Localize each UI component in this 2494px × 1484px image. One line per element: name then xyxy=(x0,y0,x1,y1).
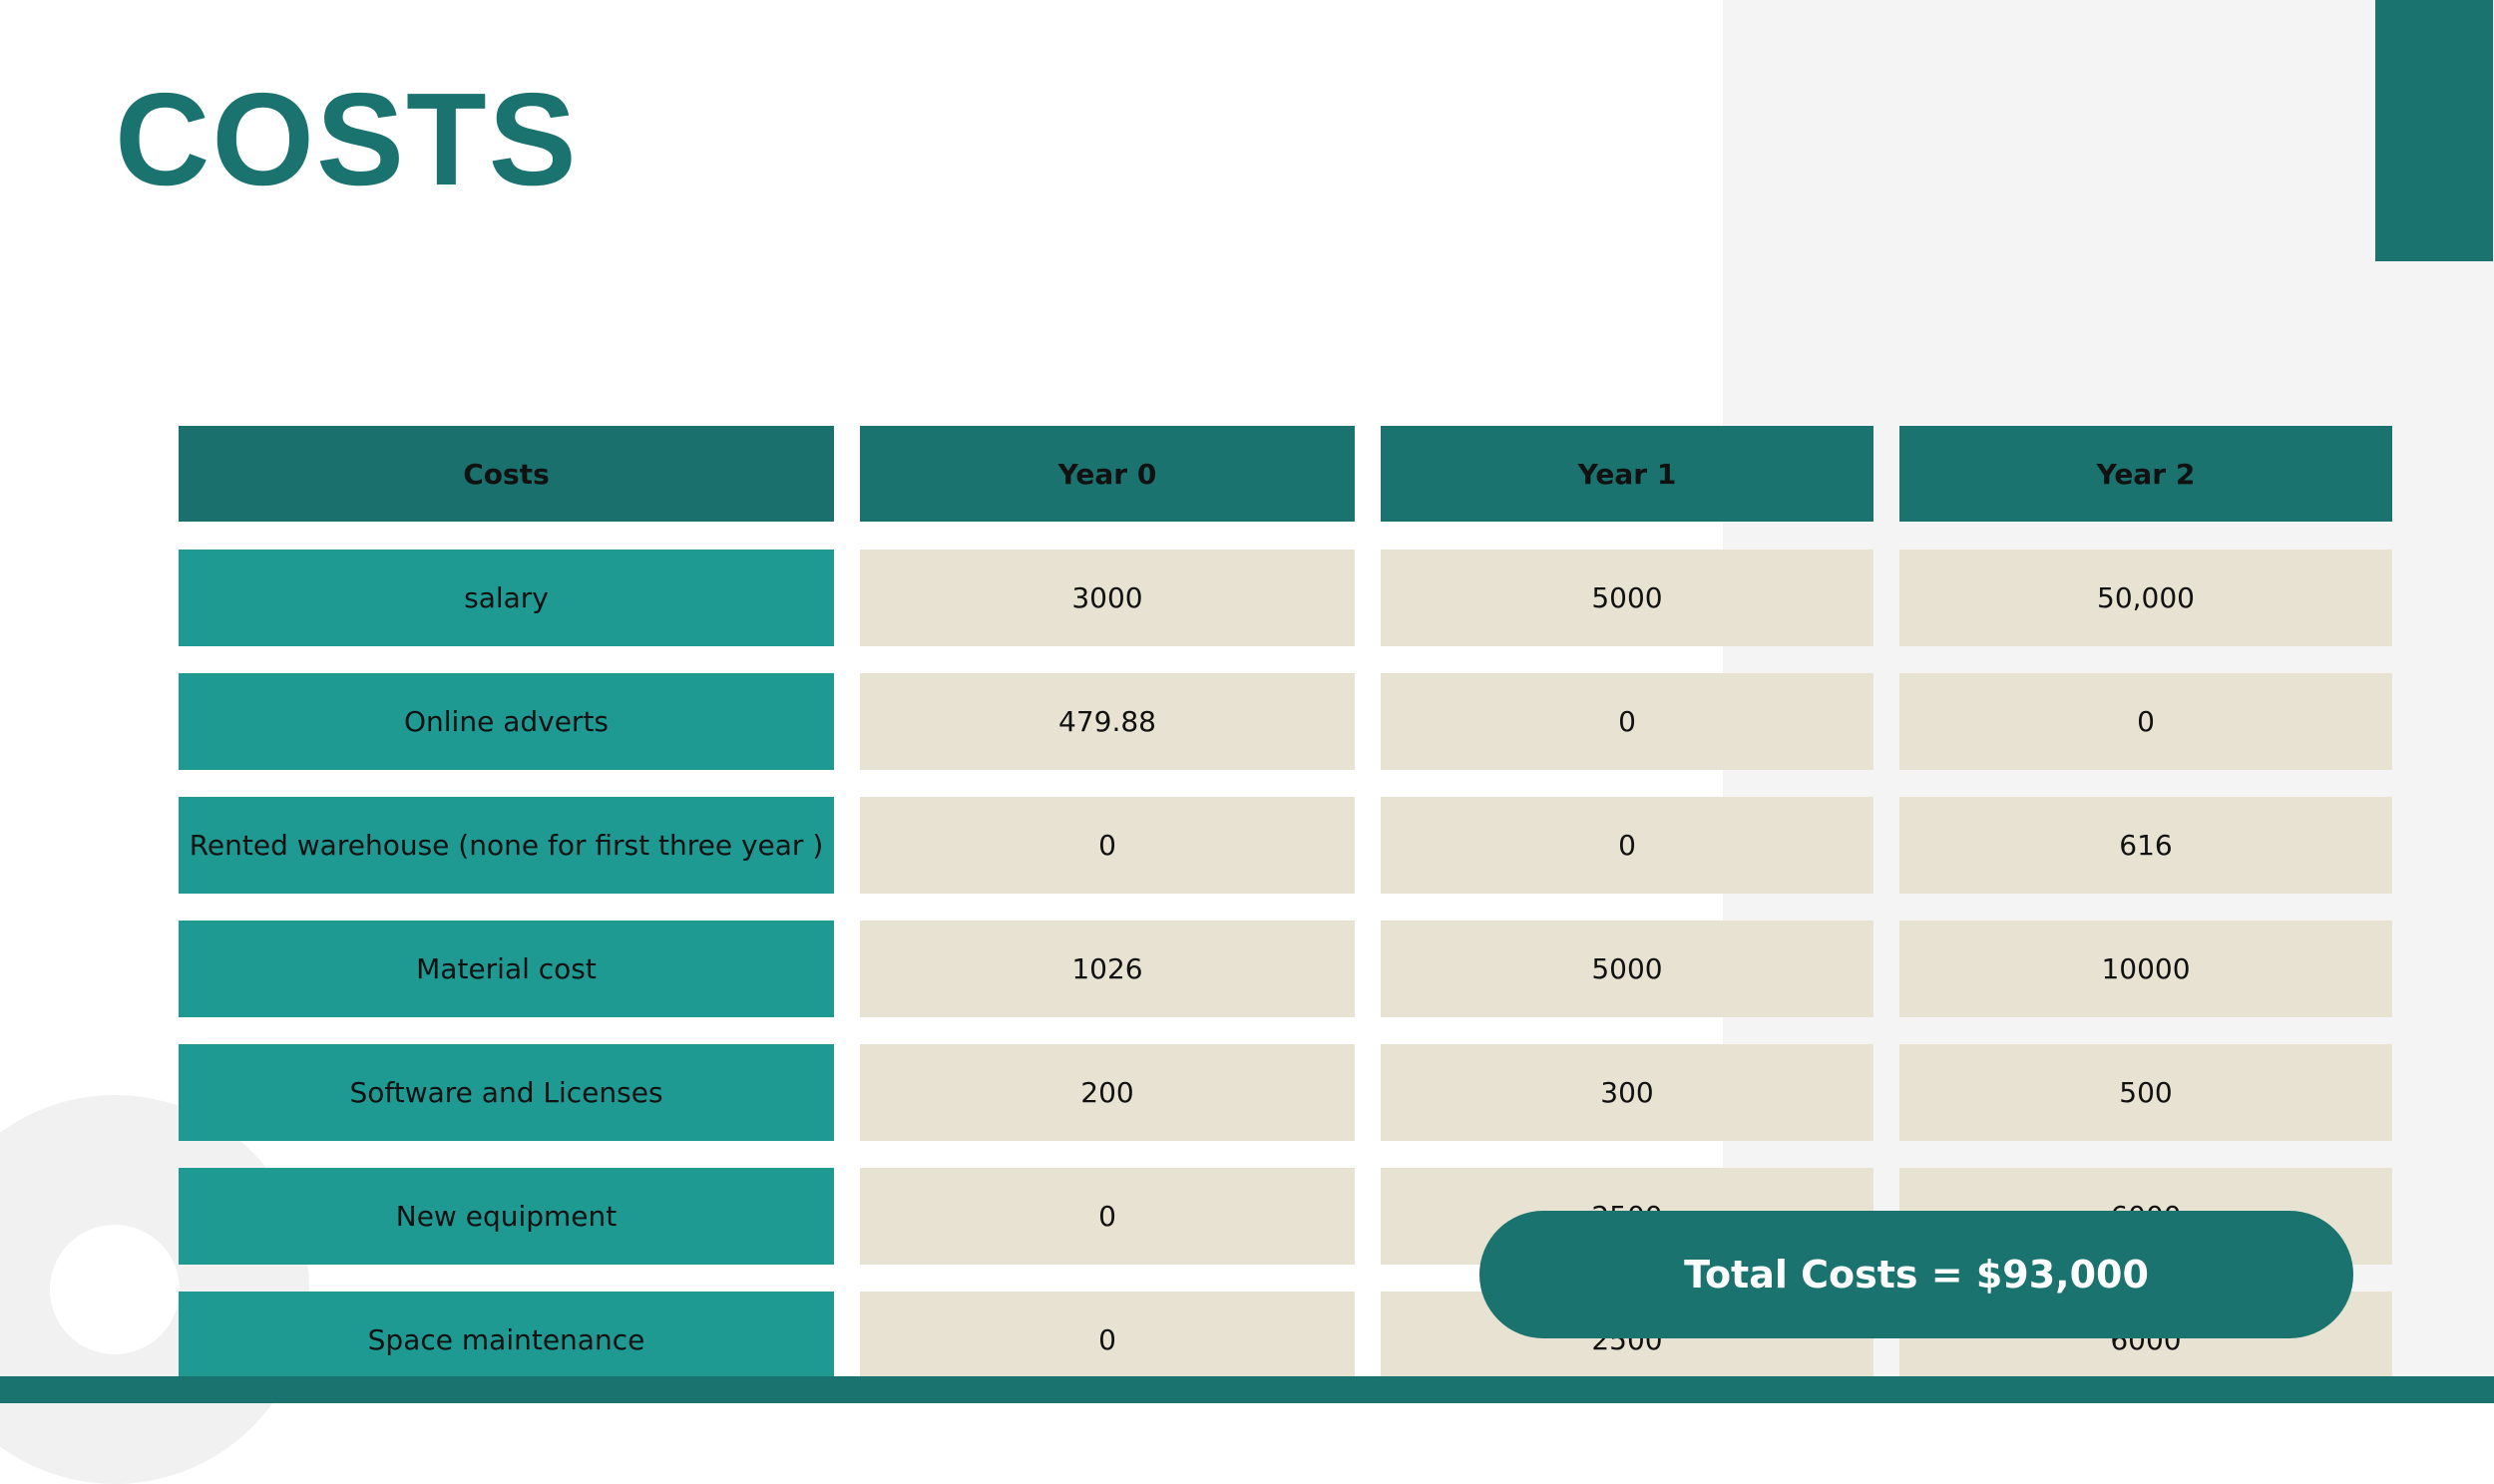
row-label: Material cost xyxy=(179,921,834,1017)
table-cell: 616 xyxy=(1899,797,2392,894)
row-label: Online adverts xyxy=(179,673,834,770)
bottom-accent-bar xyxy=(0,1376,2494,1403)
row-label: salary xyxy=(179,550,834,646)
page-title: COSTS xyxy=(115,66,579,212)
table-cell: 50,000 xyxy=(1899,550,2392,646)
table-cell: 0 xyxy=(1381,673,1873,770)
row-label: Rented warehouse (none for first three y… xyxy=(179,797,834,894)
table-cell: 479.88 xyxy=(860,673,1355,770)
row-label: Software and Licenses xyxy=(179,1044,834,1141)
table-cell: 10000 xyxy=(1899,921,2392,1017)
table-cell: 500 xyxy=(1899,1044,2392,1141)
corner-accent-bar xyxy=(2375,0,2493,261)
table-cell: 0 xyxy=(1381,797,1873,894)
table-cell: 5000 xyxy=(1381,550,1873,646)
decorative-ring xyxy=(0,1095,309,1484)
table-cell: 200 xyxy=(860,1044,1355,1141)
table-cell: 3000 xyxy=(860,550,1355,646)
row-label: Space maintenance xyxy=(179,1292,834,1388)
table-header-1: Year 0 xyxy=(860,426,1355,522)
table-cell: 0 xyxy=(860,1168,1355,1265)
table-header-0: Costs xyxy=(179,426,834,522)
table-header-2: Year 1 xyxy=(1381,426,1873,522)
table-cell: 300 xyxy=(1381,1044,1873,1141)
table-cell: 0 xyxy=(860,1292,1355,1388)
row-label: New equipment xyxy=(179,1168,834,1265)
table-cell: 0 xyxy=(860,797,1355,894)
table-cell: 5000 xyxy=(1381,921,1873,1017)
table-cell: 1026 xyxy=(860,921,1355,1017)
table-cell: 0 xyxy=(1899,673,2392,770)
total-costs-badge: Total Costs = $93,000 xyxy=(1479,1211,2353,1338)
table-header-3: Year 2 xyxy=(1899,426,2392,522)
